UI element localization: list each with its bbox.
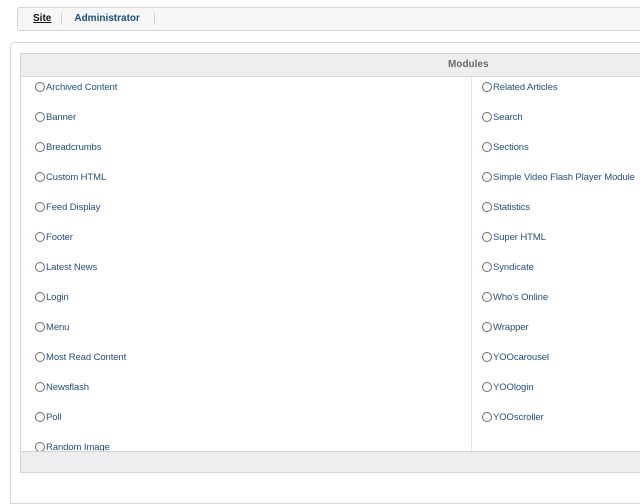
radio-button[interactable] bbox=[482, 292, 492, 302]
modules-table: Modules Archived Content Banner Breadcrumb… bbox=[20, 53, 640, 473]
module-option-label: Super HTML bbox=[493, 231, 546, 243]
module-option[interactable]: Who's Online bbox=[482, 289, 548, 305]
module-option[interactable]: Banner bbox=[35, 109, 76, 125]
module-option-label: Login bbox=[46, 291, 69, 303]
module-option[interactable]: Sections bbox=[482, 139, 529, 155]
column-divider bbox=[471, 77, 472, 472]
radio-button[interactable] bbox=[35, 82, 45, 92]
module-option-label: Poll bbox=[46, 411, 62, 423]
radio-button[interactable] bbox=[35, 382, 45, 392]
module-option-label: Sections bbox=[493, 141, 529, 153]
module-option-label: Custom HTML bbox=[46, 171, 107, 183]
module-option-label: Menu bbox=[46, 321, 70, 333]
radio-button[interactable] bbox=[482, 382, 492, 392]
module-option-label: Related Articles bbox=[493, 81, 558, 93]
module-option[interactable]: Feed Display bbox=[35, 199, 100, 215]
radio-button[interactable] bbox=[482, 142, 492, 152]
module-option-label: Breadcrumbs bbox=[46, 141, 102, 153]
module-option[interactable]: Poll bbox=[35, 409, 62, 425]
module-option[interactable]: YOOlogin bbox=[482, 379, 533, 395]
radio-button[interactable] bbox=[35, 352, 45, 362]
module-option[interactable]: Login bbox=[35, 289, 69, 305]
module-option[interactable]: Statistics bbox=[482, 199, 530, 215]
module-option-label: Newsflash bbox=[46, 381, 89, 393]
radio-button[interactable] bbox=[35, 172, 45, 182]
radio-button[interactable] bbox=[35, 112, 45, 122]
module-option-label: Statistics bbox=[493, 201, 531, 213]
module-option-label: Wrapper bbox=[493, 321, 529, 333]
module-option-label: YOOcarousel bbox=[493, 351, 549, 363]
module-option-label: Feed Display bbox=[46, 201, 101, 213]
radio-button[interactable] bbox=[35, 292, 45, 302]
tab-administrator[interactable]: Administrator bbox=[62, 13, 155, 25]
module-option[interactable]: Breadcrumbs bbox=[35, 139, 102, 155]
module-option[interactable]: Related Articles bbox=[482, 79, 558, 95]
module-option[interactable]: Custom HTML bbox=[35, 169, 106, 185]
modules-footer bbox=[21, 451, 640, 472]
module-option-label: Simple Video Flash Player Module bbox=[493, 171, 635, 183]
module-type-panel: Modules Archived Content Banner Breadcrumb… bbox=[10, 42, 640, 504]
module-option[interactable]: Search bbox=[482, 109, 523, 125]
module-option-label: Footer bbox=[46, 231, 73, 243]
module-option[interactable]: Syndicate bbox=[482, 259, 534, 275]
radio-button[interactable] bbox=[35, 232, 45, 242]
radio-button[interactable] bbox=[482, 112, 492, 122]
radio-button[interactable] bbox=[482, 172, 492, 182]
module-option[interactable]: Super HTML bbox=[482, 229, 546, 245]
module-option[interactable]: Latest News bbox=[35, 259, 97, 275]
modules-header-title: Modules bbox=[448, 59, 489, 70]
module-option[interactable]: Simple Video Flash Player Module bbox=[482, 169, 635, 185]
module-option[interactable]: Archived Content bbox=[35, 79, 117, 95]
radio-button[interactable] bbox=[35, 262, 45, 272]
radio-button[interactable] bbox=[35, 322, 45, 332]
module-option-label: Search bbox=[493, 111, 523, 123]
radio-button[interactable] bbox=[482, 352, 492, 362]
module-option-label: Banner bbox=[46, 111, 77, 123]
radio-button[interactable] bbox=[482, 412, 492, 422]
modules-list: Archived Content Banner Breadcrumbs Custom … bbox=[21, 77, 640, 472]
radio-button[interactable] bbox=[35, 412, 45, 422]
client-tabs: Site Administrator bbox=[17, 7, 640, 31]
radio-button[interactable] bbox=[482, 202, 492, 212]
radio-button[interactable] bbox=[35, 202, 45, 212]
module-option[interactable]: Wrapper bbox=[482, 319, 529, 335]
module-option[interactable]: Footer bbox=[35, 229, 73, 245]
module-option[interactable]: YOOscroller bbox=[482, 409, 544, 425]
module-option[interactable]: Newsflash bbox=[35, 379, 89, 395]
module-option[interactable]: Most Read Content bbox=[35, 349, 126, 365]
radio-button[interactable] bbox=[482, 322, 492, 332]
module-option-label: Who's Online bbox=[493, 291, 548, 303]
module-option-label: YOOlogin bbox=[493, 381, 534, 393]
module-option-label: Latest News bbox=[46, 261, 98, 273]
module-option-label: YOOscroller bbox=[493, 411, 544, 423]
module-option[interactable]: YOOcarousel bbox=[482, 349, 549, 365]
radio-button[interactable] bbox=[482, 232, 492, 242]
module-option-label: Archived Content bbox=[46, 81, 118, 93]
module-option-label: Most Read Content bbox=[46, 351, 127, 363]
radio-button[interactable] bbox=[35, 142, 45, 152]
modules-header: Modules bbox=[21, 54, 640, 77]
module-option[interactable]: Menu bbox=[35, 319, 69, 335]
tab-site[interactable]: Site bbox=[18, 13, 63, 25]
module-option-label: Syndicate bbox=[493, 261, 534, 273]
radio-button[interactable] bbox=[482, 82, 492, 92]
radio-button[interactable] bbox=[482, 262, 492, 272]
